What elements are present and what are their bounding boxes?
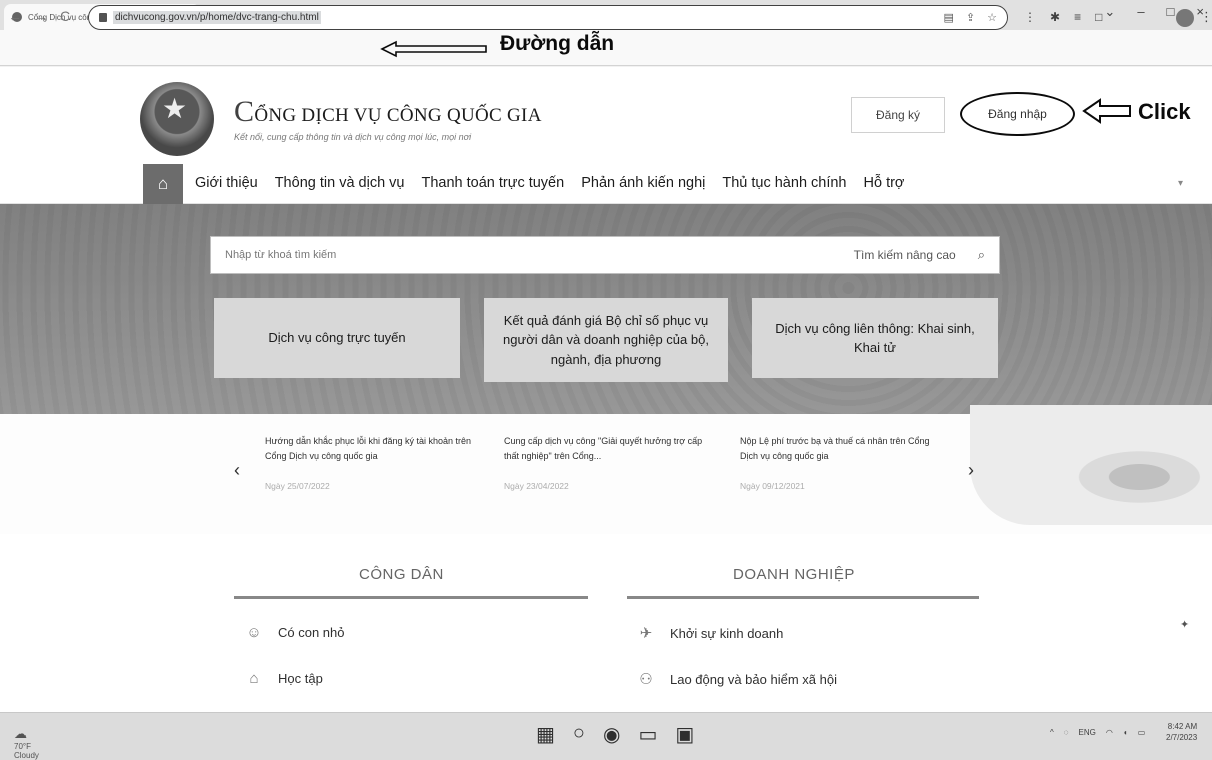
citizen-section-title[interactable]: CÔNG DÂN [359, 566, 444, 583]
nav-menu: Giới thiệu Thông tin và dịch vụ Thanh to… [195, 175, 921, 191]
taskbar-apps: ▦ ○ ◉ ▭ ▣ [536, 722, 694, 747]
address-bar-icons: ▤ ⇪ ☆ [944, 11, 998, 24]
clock-time: 8:42 AM [1167, 722, 1198, 731]
weather-condition: Cloudy [14, 751, 39, 760]
site-title-text: ỔNG DỊCH VỤ CÔNG QUỐC GIA [254, 105, 542, 126]
lock-icon [99, 13, 107, 22]
business-section-title[interactable]: DOANH NGHIỆP [733, 566, 855, 583]
workers-icon: ⚇ [639, 671, 653, 688]
clock-date: 2/7/2023 [1166, 732, 1198, 742]
address-bar[interactable]: dichvucong.gov.vn/p/home/dvc-trang-chu.h… [88, 5, 1008, 30]
search-taskbar-icon[interactable]: ○ [573, 722, 585, 747]
nav-item-intro[interactable]: Giới thiệu [195, 175, 258, 191]
birth-death-services-card[interactable]: Dịch vụ công liên thông: Khai sinh, Khai… [752, 298, 998, 378]
cloud-icon: ☁ [14, 726, 27, 741]
nav-more-chevron-icon[interactable]: ▾ [1178, 178, 1183, 189]
system-tray: ^ ◌ ENG ◠ ◖ ▭ [1050, 728, 1145, 737]
advanced-search-link[interactable]: Tìm kiếm nâng cao [854, 248, 956, 262]
news-item-date: Ngày 23/04/2022 [504, 481, 569, 491]
side-marker-icon: ✦ [1180, 619, 1190, 631]
citizen-item-education[interactable]: ⌂ Học tập [244, 670, 323, 687]
annotation-click-label: Click [1138, 99, 1191, 124]
reload-icon[interactable]: C [60, 8, 70, 24]
share-icon[interactable]: ⇪ [966, 11, 975, 24]
citizen-item-label: Học tập [278, 671, 323, 686]
file-explorer-icon[interactable]: ▭ [638, 722, 657, 747]
baby-icon: ☺ [246, 624, 262, 641]
site-title-initial: C [234, 95, 255, 128]
business-item-labor-insurance[interactable]: ⚇ Lao động và bảo hiểm xã hội [636, 670, 837, 688]
taskbar-clock[interactable]: 8:42 AM 2/7/2023 [1166, 722, 1197, 744]
start-windows-icon[interactable]: ▦ [536, 722, 555, 747]
annotation-url-label: Đường dẫn [500, 32, 615, 55]
site-tagline: Kết nối, cung cấp thông tin và dịch vụ c… [234, 132, 472, 142]
extension-icon[interactable]: ⋮ [1024, 10, 1036, 24]
back-arrow-icon[interactable]: ← [8, 8, 22, 24]
forward-arrow-icon[interactable]: → [34, 8, 48, 24]
profile-avatar-icon[interactable] [1176, 9, 1194, 27]
annotation-arrow-left-icon [380, 40, 487, 58]
search-input[interactable] [225, 249, 854, 261]
citizen-item-young-children[interactable]: ☺ Có con nhỏ [244, 624, 345, 641]
tray-chevron-icon[interactable]: ^ [1050, 728, 1054, 737]
nav-item-feedback[interactable]: Phản ánh kiến nghị [581, 175, 705, 191]
minimize-button[interactable]: – [1137, 4, 1144, 20]
citizen-section-underline [234, 596, 588, 599]
news-item-title[interactable]: Nộp Lệ phí trước bạ và thuế cá nhân trên… [740, 434, 950, 464]
tab-search-button[interactable]: ⌄ [1104, 4, 1115, 20]
home-icon[interactable]: ⌂ [143, 164, 183, 204]
news-next-chevron-icon[interactable]: › [968, 460, 974, 481]
search-bar: Tìm kiếm nâng cao ⌕ [210, 236, 1000, 274]
business-section-underline [627, 596, 979, 599]
nav-item-support[interactable]: Hỗ trợ [864, 175, 905, 191]
lotus-decoration-image [970, 405, 1212, 525]
news-item-title[interactable]: Cung cấp dịch vụ công "Giải quyết hưởng … [504, 434, 714, 464]
nav-item-procedures[interactable]: Thủ tục hành chính [722, 175, 846, 191]
side-panel-icon[interactable]: □ [1095, 10, 1102, 24]
search-icon[interactable]: ⌕ [978, 247, 985, 263]
translate-icon[interactable]: ▤ [944, 11, 954, 24]
nav-item-info-services[interactable]: Thông tin và dịch vụ [275, 175, 405, 191]
online-services-card[interactable]: Dịch vụ công trực tuyến [214, 298, 460, 378]
volume-icon[interactable]: ◖ [1123, 728, 1128, 737]
weather-widget[interactable]: ☁ 70°F Cloudy [14, 726, 39, 760]
language-indicator[interactable]: ENG [1079, 728, 1096, 737]
news-prev-chevron-icon[interactable]: ‹ [234, 460, 240, 481]
evaluation-results-card[interactable]: Kết quả đánh giá Bộ chỉ số phục vụ người… [484, 298, 728, 382]
extension-icons: ⋮ ✱ ≡ □ [1024, 10, 1102, 24]
battery-icon[interactable]: ▭ [1138, 728, 1146, 737]
chrome-icon[interactable]: ◉ [603, 722, 620, 747]
bookmark-star-icon[interactable]: ☆ [987, 11, 997, 24]
business-item-startup[interactable]: ✈ Khởi sự kinh doanh [636, 624, 784, 642]
register-button[interactable]: Đăng ký [851, 97, 945, 133]
news-item-date: Ngày 25/07/2022 [265, 481, 330, 491]
rocket-icon: ✈ [639, 625, 653, 642]
login-button[interactable]: Đăng nhập [960, 92, 1075, 136]
annotation-arrow-left-icon [1082, 98, 1131, 124]
url-text[interactable]: dichvucong.gov.vn/p/home/dvc-trang-chu.h… [113, 11, 321, 24]
extensions-puzzle-icon[interactable]: ✱ [1050, 10, 1060, 24]
wifi-icon[interactable]: ◠ [1106, 728, 1113, 737]
site-title[interactable]: CỔNG DỊCH VỤ CÔNG QUỐC GIA [234, 95, 542, 129]
emblem-star-icon: ★ [162, 93, 188, 124]
news-item-date: Ngày 09/12/2021 [740, 481, 805, 491]
news-item-title[interactable]: Hướng dẫn khắc phục lỗi khi đăng ký tài … [265, 434, 475, 464]
browser-nav-buttons: ← → C [8, 8, 70, 24]
reading-list-icon[interactable]: ≡ [1074, 10, 1081, 24]
tray-app-icon[interactable]: ◌ [1064, 728, 1069, 737]
browser-menu-icon[interactable]: ⋮ [1200, 9, 1212, 25]
nav-item-online-payment[interactable]: Thanh toán trực tuyến [421, 175, 564, 191]
business-item-label: Khởi sự kinh doanh [670, 625, 784, 641]
citizen-item-label: Có con nhỏ [278, 625, 345, 640]
graduation-cap-icon: ⌂ [249, 670, 259, 687]
store-icon[interactable]: ▣ [675, 722, 694, 747]
business-item-label: Lao động và bảo hiểm xã hội [670, 671, 837, 687]
maximize-button[interactable]: □ [1167, 4, 1175, 20]
